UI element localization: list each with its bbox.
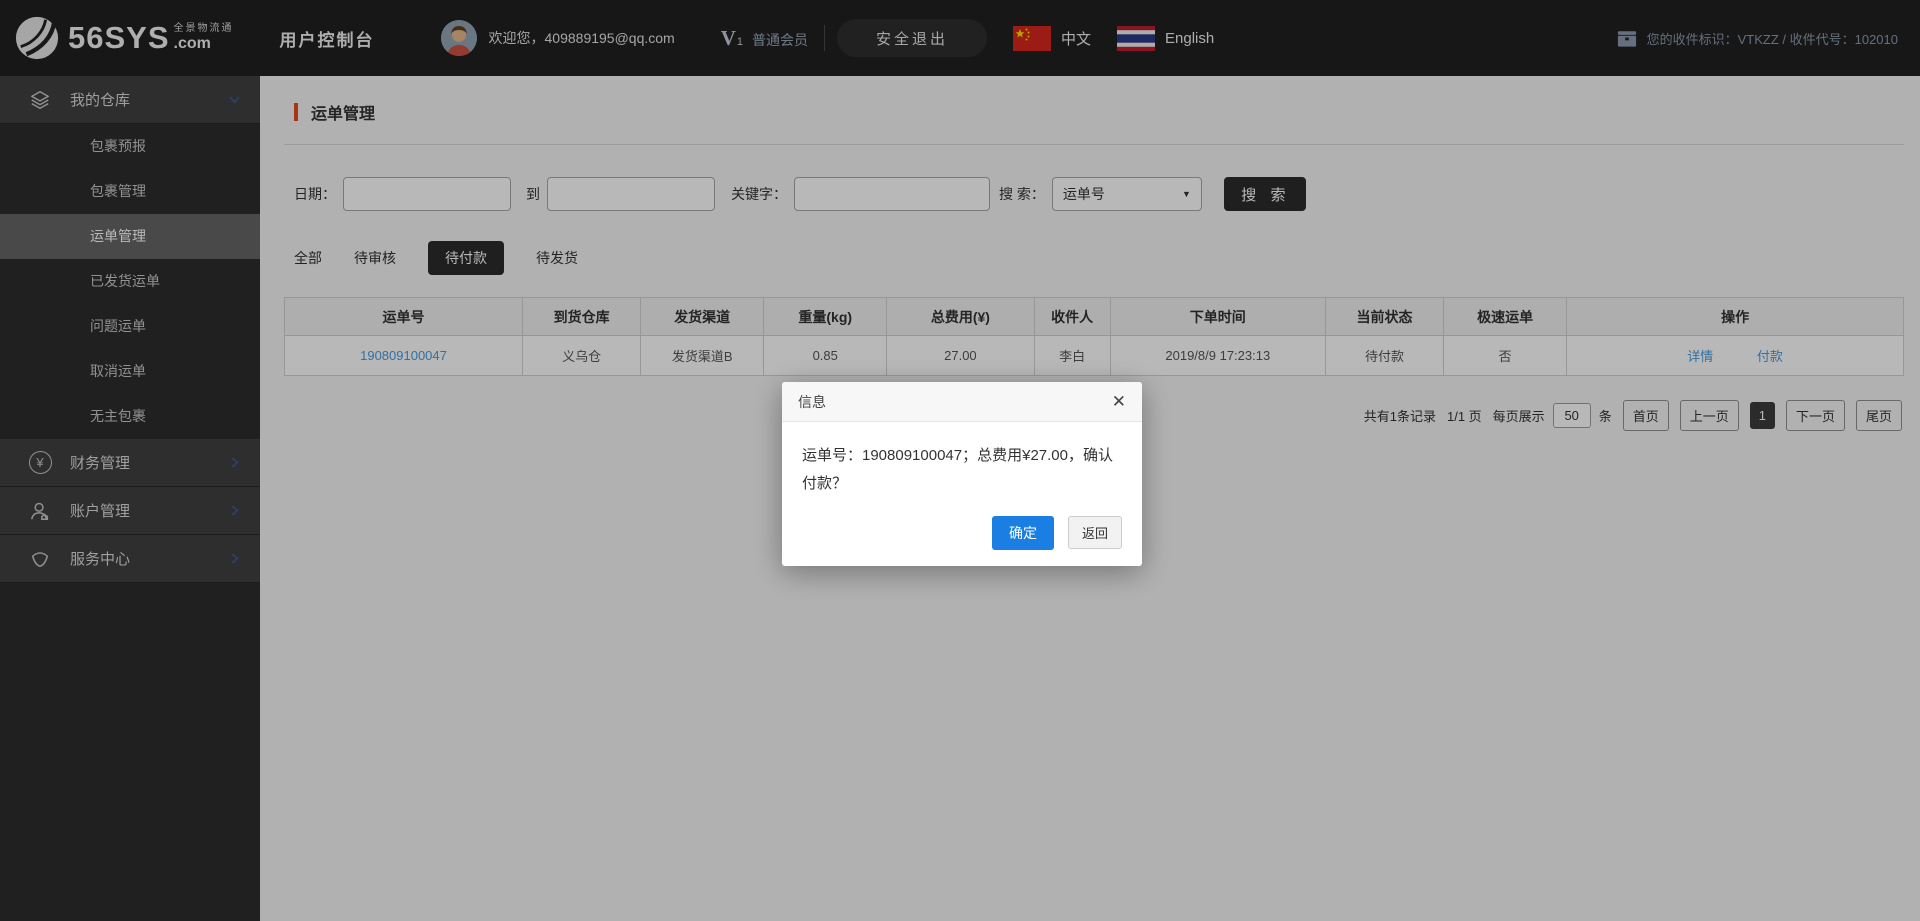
confirm-button[interactable]: 确定 (991, 515, 1054, 550)
modal-message: 运单号：190809100047；总费用¥27.00，确认付款？ (802, 447, 1113, 492)
cancel-button[interactable]: 返回 (1067, 516, 1122, 549)
modal-footer: 确定 返回 (782, 508, 1142, 566)
close-icon[interactable]: ✕ (1112, 393, 1126, 410)
modal-header: 信息 ✕ (782, 382, 1142, 422)
payment-confirm-modal: 信息 ✕ 运单号：190809100047；总费用¥27.00，确认付款？ 确定… (782, 382, 1142, 566)
modal-title: 信息 (798, 393, 826, 410)
